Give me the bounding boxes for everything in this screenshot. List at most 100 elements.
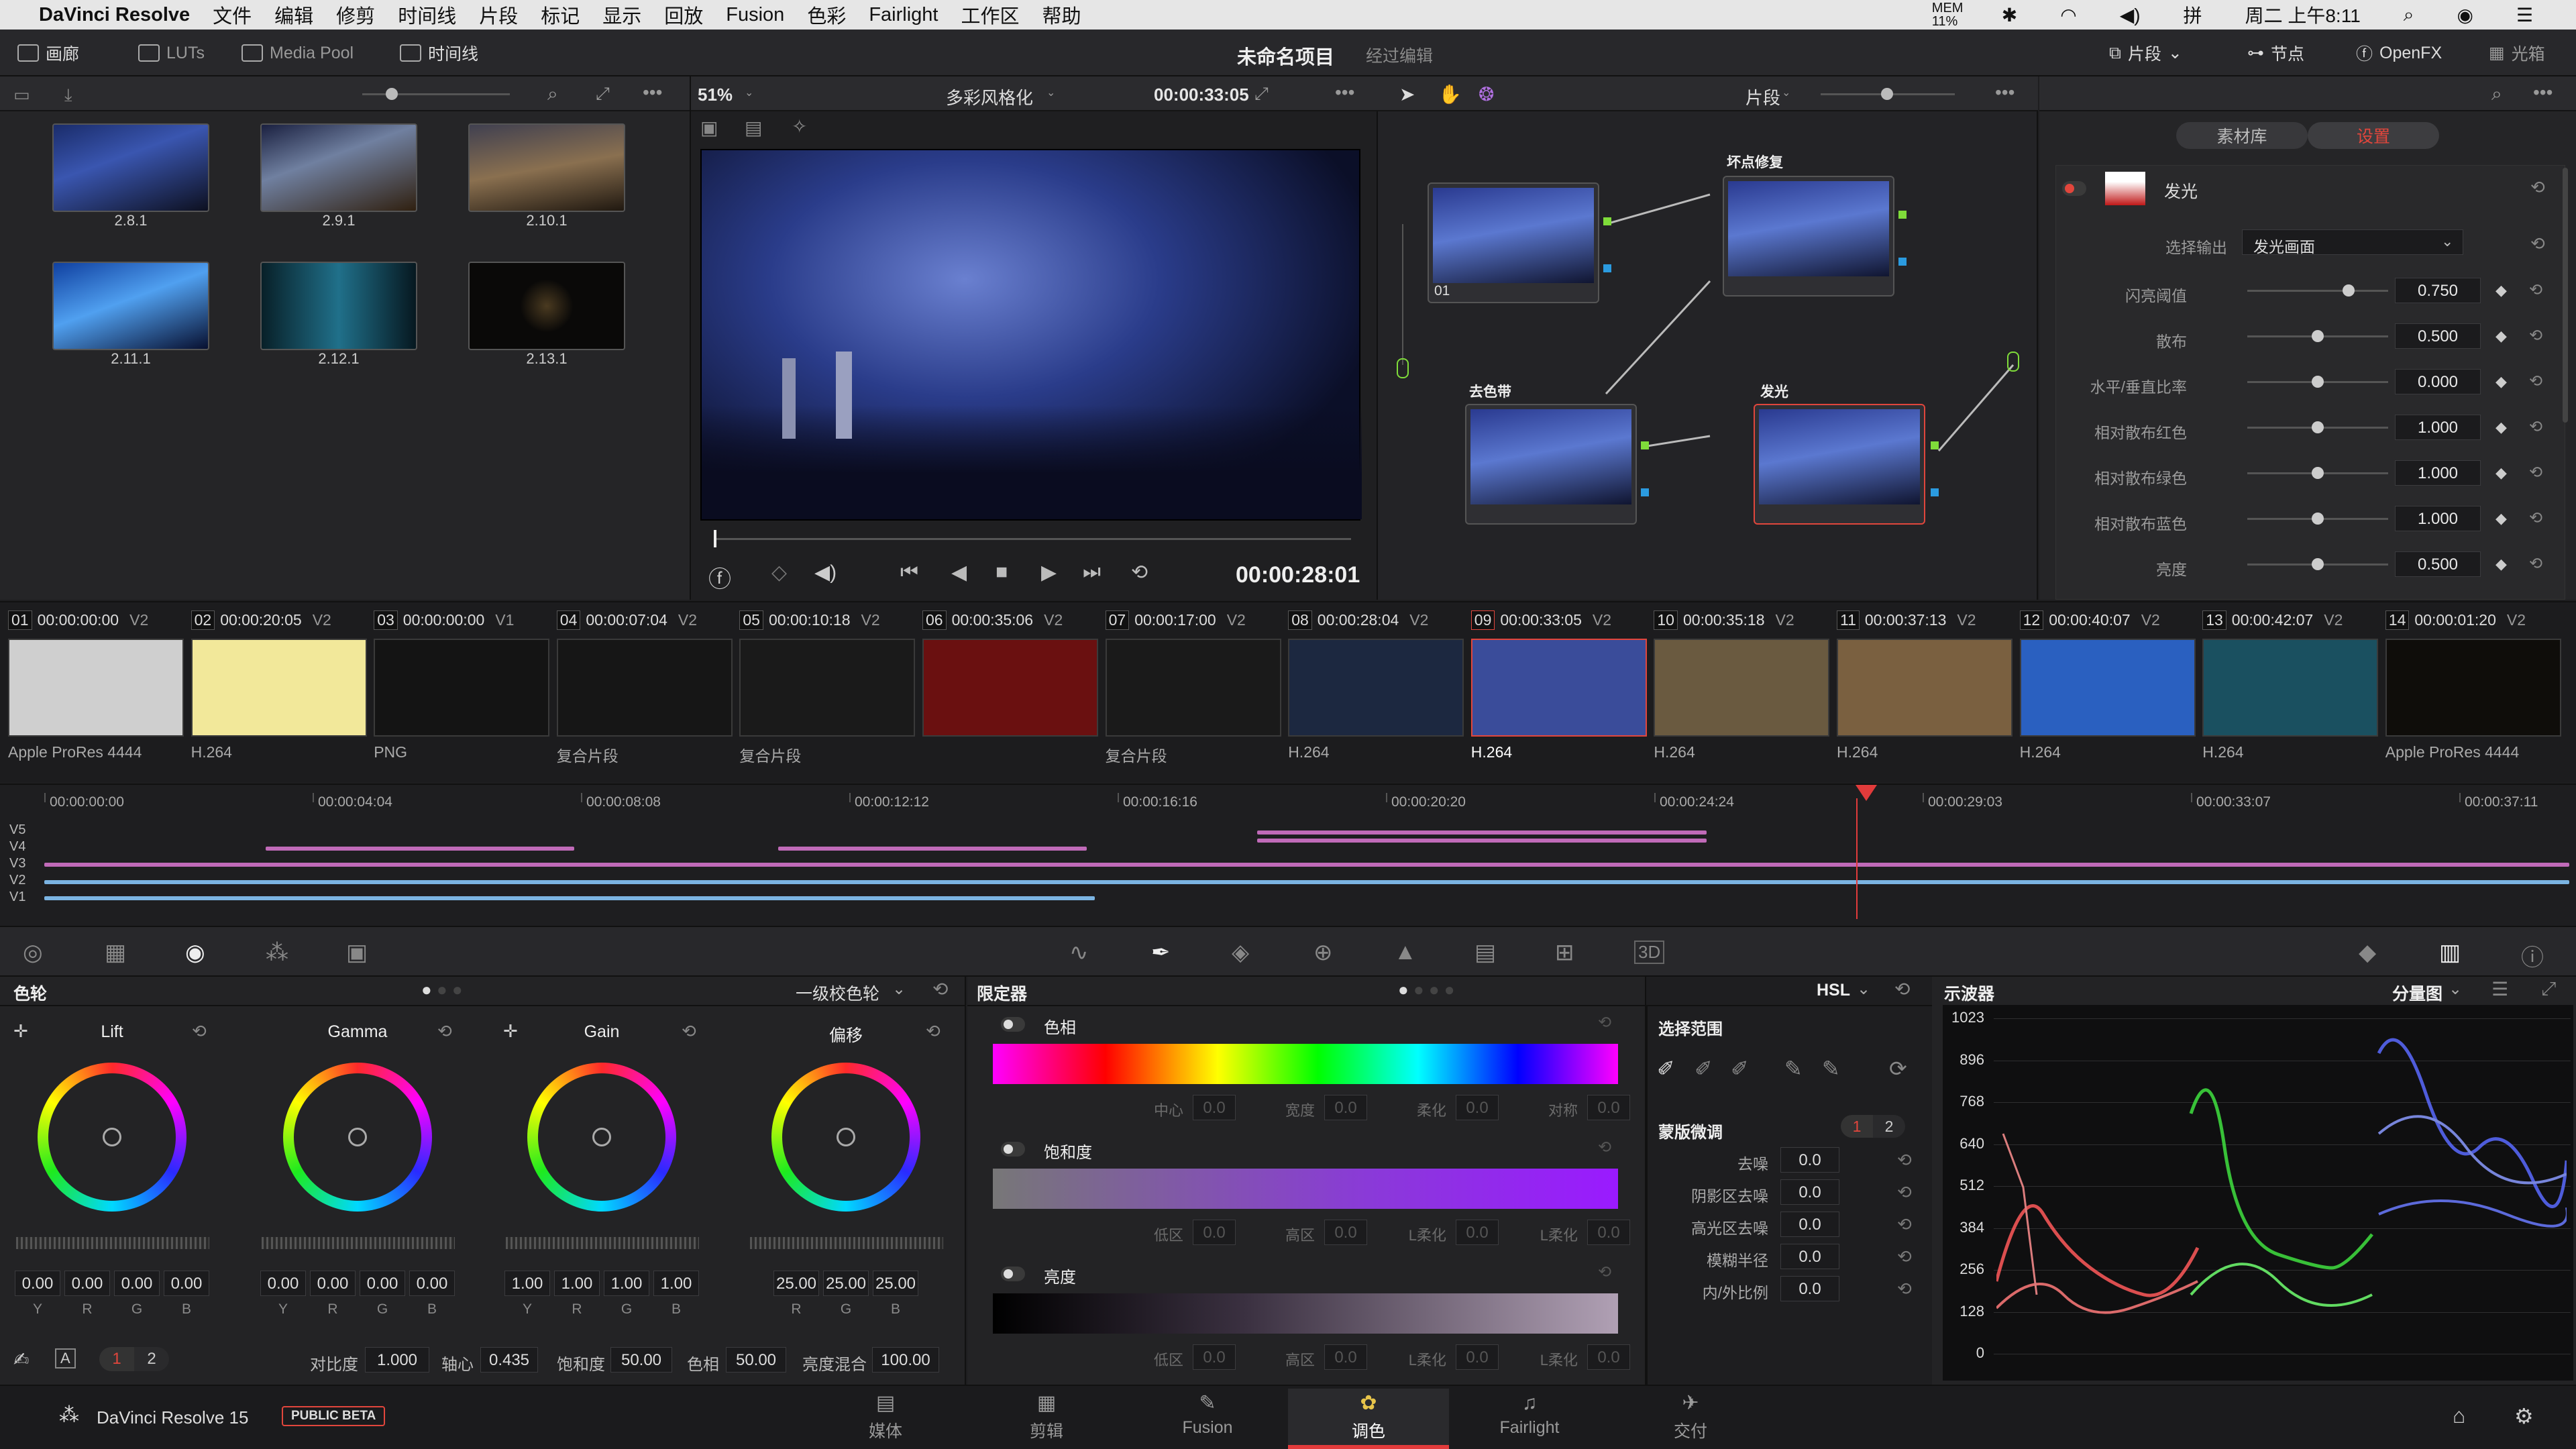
gallery-button[interactable]: 画廊	[17, 40, 79, 66]
qualifier-field-value[interactable]: 0.0	[1587, 1344, 1630, 1370]
picker-plus-icon[interactable]: ✐	[1731, 1056, 1749, 1081]
node-key-output-port[interactable]	[1641, 488, 1649, 496]
reset-icon[interactable]: ⟲	[932, 978, 948, 1000]
menu-help[interactable]: 帮助	[1042, 1, 1081, 29]
timeline-clip[interactable]	[44, 880, 2569, 884]
timeline-clip[interactable]	[44, 863, 2569, 867]
page-tab-1[interactable]: ▦ 剪辑	[966, 1389, 1127, 1449]
param-value[interactable]: 1.000	[2395, 415, 2481, 440]
param-slider-knob[interactable]	[2343, 284, 2355, 297]
node-output-port[interactable]	[1898, 211, 1907, 219]
wheel-value[interactable]: 0.00	[310, 1271, 356, 1296]
hue-bar[interactable]	[993, 1044, 1618, 1084]
clip-thumbnail[interactable]	[191, 639, 367, 737]
param-value[interactable]: 0.750	[2395, 278, 2481, 303]
clip-thumbnail[interactable]	[2019, 639, 2196, 737]
clip-thumbnail[interactable]	[1837, 639, 2012, 737]
expand-icon[interactable]: ⤢	[596, 83, 610, 105]
page-tab-5[interactable]: ✈ 交付	[1610, 1389, 1771, 1449]
reset-icon[interactable]: ⟲	[1897, 1246, 1912, 1267]
node-output-port[interactable]	[1603, 217, 1611, 225]
node-editor-panel[interactable]: ➤ ✋ ❂ 片段 ⌄ ••• 01 坏点修复 去色带 发光	[1378, 76, 2038, 600]
play-icon[interactable]: ▶	[1041, 561, 1057, 584]
still-thumbnail[interactable]	[260, 123, 417, 212]
wheel-value[interactable]: 25.00	[823, 1271, 869, 1296]
matte-page-2[interactable]: 2	[1873, 1115, 1905, 1138]
param-value[interactable]: 0.000	[2395, 369, 2481, 394]
wheel-value[interactable]: 25.00	[873, 1271, 918, 1296]
reset-icon[interactable]: ⟲	[192, 1021, 207, 1042]
timeline-clip[interactable]	[44, 896, 1095, 900]
param-slider-knob[interactable]	[2312, 330, 2324, 342]
menu-trim[interactable]: 修剪	[336, 1, 375, 29]
reset-icon[interactable]: ⟲	[1598, 1263, 1611, 1282]
page-dots[interactable]: ● ● ●	[421, 979, 463, 1000]
reset-icon[interactable]: ⟲	[2529, 280, 2542, 300]
still-thumbnail[interactable]	[52, 123, 209, 212]
wheel-center-handle[interactable]	[592, 1128, 611, 1146]
wheel-mode[interactable]: 一级校色轮	[796, 981, 879, 1005]
reset-icon[interactable]: ⟲	[1897, 1214, 1912, 1235]
reset-icon[interactable]: ⟲	[926, 1021, 941, 1042]
reset-icon[interactable]: ⟲	[2530, 177, 2545, 198]
node-02[interactable]	[1723, 176, 1894, 297]
picker-icon[interactable]: ✍	[13, 1348, 29, 1371]
matte-page-1[interactable]: 1	[1841, 1115, 1873, 1138]
menu-fusion[interactable]: Fusion	[726, 4, 784, 26]
clip-thumbnail[interactable]	[2202, 639, 2379, 737]
color-wheel-偏移[interactable]	[771, 1063, 920, 1212]
keyframe-icon[interactable]: ◆	[2496, 419, 2507, 436]
output-port[interactable]	[2007, 352, 2019, 372]
lightbox-button[interactable]: ▦ 光箱	[2489, 40, 2545, 66]
node-output-port[interactable]	[1931, 441, 1939, 449]
wheel-center-handle[interactable]	[348, 1128, 367, 1146]
gallery-layout-icon[interactable]: ▭	[13, 85, 30, 105]
auto-balance-icon[interactable]: A	[55, 1348, 76, 1368]
layers-icon[interactable]: ◇	[771, 561, 787, 584]
volume-icon[interactable]: ◀)	[814, 561, 837, 584]
reset-icon[interactable]: ⟲	[1598, 1013, 1611, 1032]
page-tab-3[interactable]: ✿ 调色	[1288, 1389, 1449, 1449]
param-value[interactable]: 0.500	[2395, 323, 2481, 349]
menu-fairlight[interactable]: Fairlight	[869, 4, 938, 26]
app-menu[interactable]: DaVinci Resolve	[39, 4, 190, 26]
qualifier-field-value[interactable]: 0.0	[1456, 1220, 1499, 1245]
param-slider-track[interactable]	[2247, 290, 2388, 292]
tab-library[interactable]: 素材库	[2176, 122, 2308, 149]
still-thumbnail[interactable]	[468, 123, 625, 212]
scope-settings-icon[interactable]: ☰	[2491, 978, 2508, 1000]
nodes-button[interactable]: ⊶ 节点	[2247, 40, 2304, 66]
timeline-clip[interactable]	[1257, 839, 1707, 843]
keyframes-icon[interactable]: ◆	[2359, 939, 2376, 966]
chevron-down-icon[interactable]: ⌄	[892, 979, 906, 999]
scope-mode[interactable]: 分量图	[2392, 981, 2443, 1005]
wheel-value[interactable]: 0.00	[64, 1271, 110, 1296]
qualifier-field-value[interactable]: 0.0	[1456, 1095, 1499, 1120]
menu-edit[interactable]: 编辑	[274, 1, 313, 29]
scopes-icon[interactable]: ▥	[2439, 939, 2461, 966]
clip-thumbnail[interactable]	[374, 639, 550, 737]
color-wheel-gain[interactable]	[527, 1063, 676, 1212]
menu-view[interactable]: 显示	[602, 1, 641, 29]
hue-value[interactable]: 50.00	[726, 1347, 786, 1373]
luminance-bar[interactable]	[993, 1293, 1618, 1334]
lum-mix-value[interactable]: 100.00	[872, 1347, 939, 1373]
qualifier-field-value[interactable]: 0.0	[1324, 1344, 1367, 1370]
luts-button[interactable]: LUTs	[138, 40, 205, 66]
color-wheels-icon[interactable]: ◉	[185, 939, 205, 966]
timeline-clip[interactable]	[266, 847, 574, 851]
wheel-center-handle[interactable]	[103, 1128, 121, 1146]
page-tab-0[interactable]: ▤ 媒体	[805, 1389, 966, 1449]
thumb-size-slider-knob[interactable]	[386, 88, 398, 100]
split-screen-icon[interactable]: ▤	[745, 117, 762, 139]
skip-start-icon[interactable]: ⏮	[900, 561, 918, 584]
reverse-play-icon[interactable]: ◀	[951, 561, 967, 584]
pivot-value[interactable]: 0.435	[480, 1347, 538, 1373]
home-icon[interactable]: ⌂	[2453, 1403, 2465, 1428]
menu-timeline[interactable]: 时间线	[398, 1, 456, 29]
param-value[interactable]: 1.000	[2395, 506, 2481, 531]
chevron-down-icon[interactable]: ⌄	[2449, 979, 2462, 999]
input-method-icon[interactable]: 拼	[2184, 1, 2202, 28]
blur-icon[interactable]: ▲	[1394, 939, 1417, 965]
reset-icon[interactable]: ⟲	[2529, 372, 2542, 391]
